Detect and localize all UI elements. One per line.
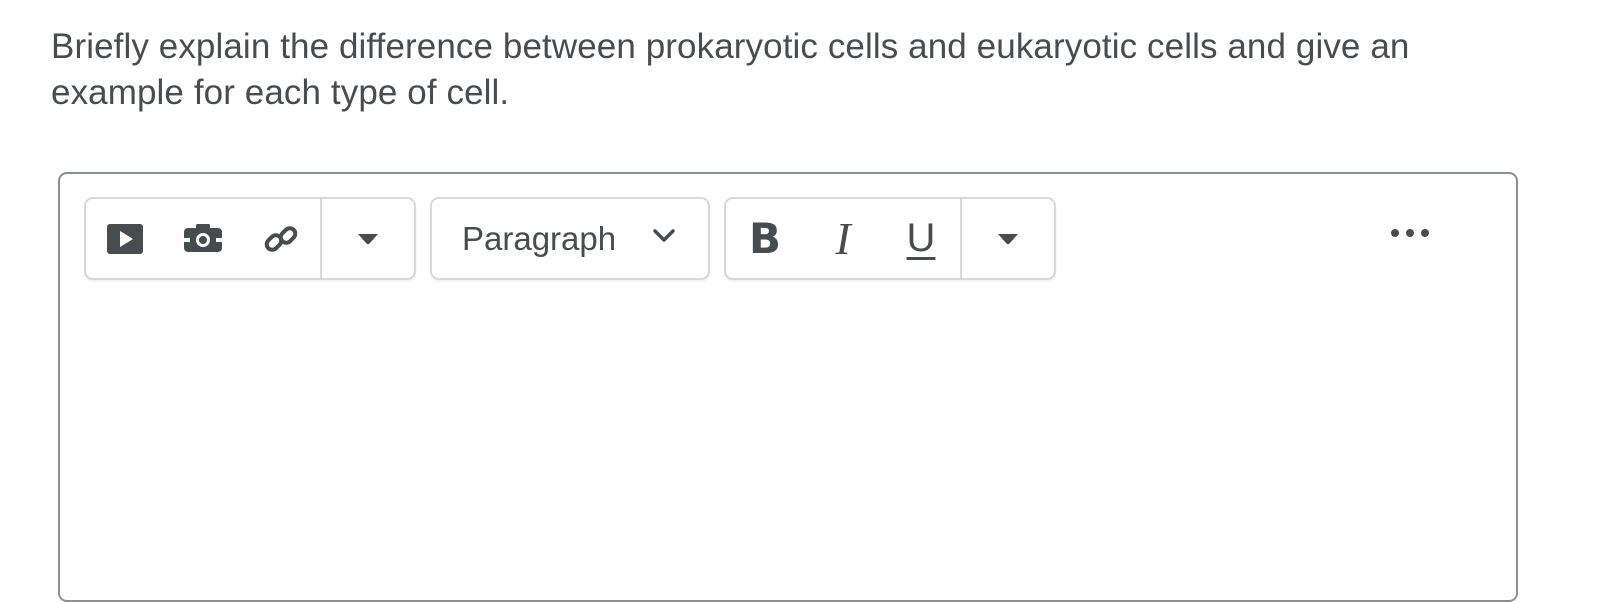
underline-icon: U — [906, 216, 936, 260]
bold-icon: B — [748, 214, 781, 263]
chevron-down-icon — [653, 229, 675, 242]
insert-link-button[interactable] — [256, 199, 306, 278]
insert-video-button[interactable] — [100, 199, 150, 278]
insert-more-button[interactable] — [322, 199, 414, 278]
rich-text-editor: Paragraph B I U — [58, 172, 1518, 602]
block-format-select[interactable]: Paragraph — [430, 197, 710, 280]
block-format-value: Paragraph — [462, 220, 617, 257]
italic-button[interactable]: I — [818, 199, 868, 278]
insert-image-icon — [184, 223, 222, 252]
question-text: Briefly explain the difference between p… — [51, 27, 1410, 112]
italic-icon: I — [835, 213, 851, 264]
text-style-toolbar-group: B I U — [724, 197, 1056, 280]
more-options-button[interactable] — [1385, 218, 1435, 248]
caret-down-icon — [358, 233, 378, 244]
insert-video-icon — [107, 223, 143, 254]
underline-button[interactable]: U — [896, 199, 946, 278]
editor-content-area[interactable] — [62, 284, 1514, 598]
insert-toolbar-group — [84, 197, 416, 280]
more-horizontal-icon — [1391, 229, 1429, 237]
text-style-more-button[interactable] — [962, 199, 1054, 278]
caret-down-icon — [998, 233, 1018, 244]
bold-button[interactable]: B — [740, 199, 790, 278]
insert-link-icon — [264, 225, 298, 252]
insert-image-button[interactable] — [178, 199, 228, 278]
